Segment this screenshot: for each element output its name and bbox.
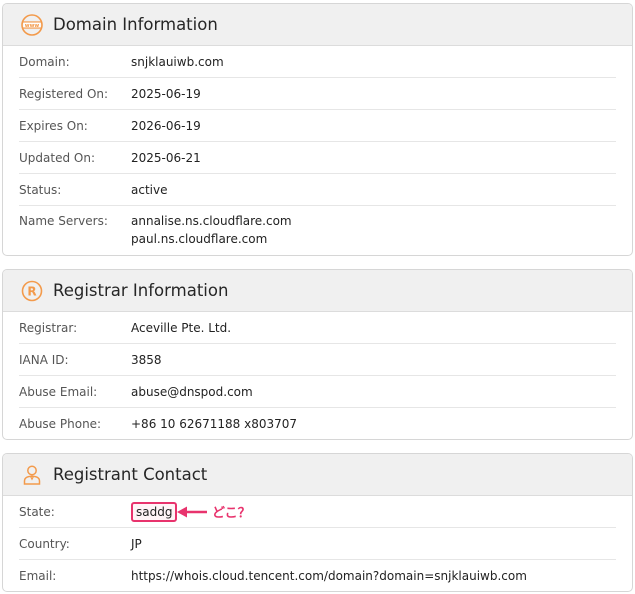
registrar-information-header: R Registrar Information bbox=[3, 270, 632, 312]
name-server-2: paul.ns.cloudflare.com bbox=[131, 232, 268, 246]
state-value: saddg bbox=[131, 501, 178, 522]
registered-on-row: Registered On: 2025-06-19 bbox=[19, 78, 616, 110]
person-contact-icon bbox=[20, 463, 44, 487]
state-label: State: bbox=[19, 504, 55, 519]
registrant-contact-rows: State: saddg Country: JP Email: https://… bbox=[3, 496, 632, 591]
country-label: Country: bbox=[19, 536, 70, 551]
domain-information-rows: Domain: snjklauiwb.com Registered On: 20… bbox=[3, 46, 632, 254]
email-value[interactable]: https://whois.cloud.tencent.com/domain?d… bbox=[131, 567, 527, 585]
registrar-label: Registrar: bbox=[19, 320, 78, 335]
updated-on-value: 2025-06-21 bbox=[131, 150, 201, 165]
domain-information-header: www Domain Information bbox=[3, 4, 632, 46]
iana-id-value: 3858 bbox=[131, 352, 162, 367]
email-row: Email: https://whois.cloud.tencent.com/d… bbox=[19, 560, 616, 591]
registrar-row: Registrar: Aceville Pte. Ltd. bbox=[19, 312, 616, 344]
name-servers-value: annalise.ns.cloudflare.com paul.ns.cloud… bbox=[131, 212, 292, 248]
name-servers-row: Name Servers: annalise.ns.cloudflare.com… bbox=[19, 206, 616, 254]
www-globe-icon: www bbox=[20, 13, 44, 37]
iana-id-label: IANA ID: bbox=[19, 352, 69, 367]
abuse-phone-label: Abuse Phone: bbox=[19, 417, 102, 431]
abuse-email-row: Abuse Email: abuse@dnspod.com bbox=[19, 376, 616, 408]
domain-label: Domain: bbox=[19, 54, 70, 69]
status-value: active bbox=[131, 182, 168, 197]
registrar-information-rows: Registrar: Aceville Pte. Ltd. IANA ID: 3… bbox=[3, 312, 632, 439]
registrant-contact-card: Registrant Contact State: saddg Country:… bbox=[2, 453, 633, 592]
name-server-1: annalise.ns.cloudflare.com bbox=[131, 214, 292, 228]
domain-information-card: www Domain Information Domain: snjklauiw… bbox=[2, 3, 633, 256]
updated-on-row: Updated On: 2025-06-21 bbox=[19, 142, 616, 174]
svg-text:R: R bbox=[27, 284, 36, 298]
domain-row: Domain: snjklauiwb.com bbox=[19, 46, 616, 78]
registrant-contact-title: Registrant Contact bbox=[53, 465, 208, 484]
annotation-callout: どこ？ bbox=[176, 502, 251, 521]
email-label: Email: bbox=[19, 569, 57, 583]
country-row: Country: JP bbox=[19, 528, 616, 560]
domain-information-title: Domain Information bbox=[53, 15, 218, 34]
expires-on-row: Expires On: 2026-06-19 bbox=[19, 110, 616, 142]
country-value: JP bbox=[131, 536, 142, 551]
status-row: Status: active bbox=[19, 174, 616, 206]
registered-mark-icon: R bbox=[20, 279, 44, 303]
iana-id-row: IANA ID: 3858 bbox=[19, 344, 616, 376]
registrar-information-title: Registrar Information bbox=[53, 281, 229, 300]
abuse-phone-value: +86 10 62671188 x803707 bbox=[131, 417, 298, 431]
annotation-text: どこ？ bbox=[212, 506, 251, 521]
registrar-information-card: R Registrar Information Registrar: Acevi… bbox=[2, 269, 633, 440]
registrant-contact-header: Registrant Contact bbox=[3, 454, 632, 496]
registered-on-label: Registered On: bbox=[19, 86, 109, 101]
domain-value: snjklauiwb.com bbox=[131, 54, 224, 69]
registrar-value: Aceville Pte. Ltd. bbox=[131, 320, 232, 335]
updated-on-label: Updated On: bbox=[19, 150, 95, 165]
registered-on-value: 2025-06-19 bbox=[131, 86, 201, 101]
status-label: Status: bbox=[19, 182, 62, 197]
abuse-phone-row: Abuse Phone: +86 10 62671188 x803707 bbox=[19, 408, 616, 439]
abuse-email-value: abuse@dnspod.com bbox=[131, 384, 253, 399]
state-row: State: saddg bbox=[19, 496, 616, 528]
left-arrow-icon bbox=[177, 506, 207, 517]
expires-on-label: Expires On: bbox=[19, 118, 88, 133]
svg-text:www: www bbox=[25, 22, 40, 28]
name-servers-label: Name Servers: bbox=[19, 214, 108, 228]
expires-on-value: 2026-06-19 bbox=[131, 118, 201, 133]
state-value-highlight: saddg bbox=[131, 501, 178, 522]
abuse-email-label: Abuse Email: bbox=[19, 384, 98, 399]
